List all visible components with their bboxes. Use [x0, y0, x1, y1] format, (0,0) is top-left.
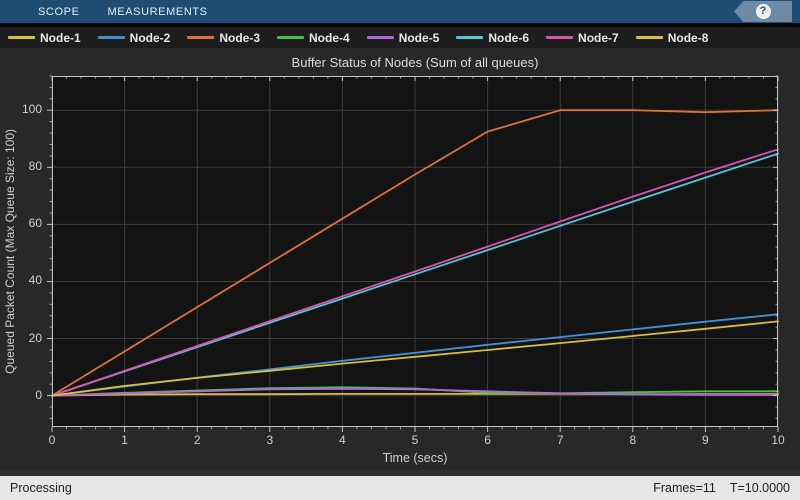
legend-swatch — [8, 36, 35, 39]
legend-item-node-4[interactable]: Node-4 — [277, 31, 350, 45]
legend-swatch — [187, 36, 214, 39]
legend-item-node-6[interactable]: Node-6 — [456, 31, 529, 45]
legend-item-node-8[interactable]: Node-8 — [636, 31, 709, 45]
status-bar: Processing Frames=11 T=10.0000 — [0, 476, 800, 500]
legend-swatch — [546, 36, 573, 39]
legend-swatch — [277, 36, 304, 39]
help-tag[interactable]: ? — [734, 1, 792, 22]
status-processing: Processing — [10, 481, 72, 495]
y-tick-label: 20 — [0, 331, 42, 345]
y-axis-label: Queued Packet Count (Max Queue Size: 100… — [2, 76, 18, 427]
legend-item-node-1[interactable]: Node-1 — [8, 31, 81, 45]
legend-swatch — [98, 36, 125, 39]
legend-label: Node-5 — [399, 31, 440, 45]
legend-item-node-5[interactable]: Node-5 — [367, 31, 440, 45]
legend-swatch — [367, 36, 394, 39]
x-tick-label: 2 — [180, 433, 214, 447]
toolstrip: SCOPE MEASUREMENTS ? — [0, 0, 800, 23]
legend-label: Node-6 — [488, 31, 529, 45]
status-time: T=10.0000 — [730, 481, 790, 495]
help-icon[interactable]: ? — [756, 4, 771, 19]
x-tick-label: 3 — [253, 433, 287, 447]
legend-label: Node-4 — [309, 31, 350, 45]
legend-item-node-7[interactable]: Node-7 — [546, 31, 619, 45]
x-tick-label: 7 — [543, 433, 577, 447]
chart-axes[interactable] — [52, 76, 778, 427]
legend-label: Node-2 — [130, 31, 171, 45]
x-tick-label: 0 — [35, 433, 69, 447]
x-tick-label: 4 — [325, 433, 359, 447]
legend-label: Node-8 — [668, 31, 709, 45]
y-tick-label: 100 — [0, 102, 42, 116]
plot-panel: Buffer Status of Nodes (Sum of all queue… — [0, 48, 800, 470]
tab-measurements[interactable]: MEASUREMENTS — [94, 0, 222, 23]
x-tick-label: 1 — [108, 433, 142, 447]
chart-title: Buffer Status of Nodes (Sum of all queue… — [52, 55, 778, 70]
legend-label: Node-1 — [40, 31, 81, 45]
legend-bar: Node-1 Node-2 Node-3 Node-4 Node-5 Node-6 Node… — [0, 27, 800, 48]
scope-window: SCOPE MEASUREMENTS ? Node-1Node-2Node-3N… — [0, 0, 800, 500]
legend-swatch — [456, 36, 483, 39]
x-tick-label: 10 — [761, 433, 795, 447]
legend-label: Node-3 — [219, 31, 260, 45]
legend-item-node-2[interactable]: Node-2 — [98, 31, 171, 45]
x-tick-label: 8 — [616, 433, 650, 447]
x-tick-label: 9 — [688, 433, 722, 447]
status-frames: Frames=11 — [653, 481, 716, 495]
y-tick-label: 60 — [0, 216, 42, 230]
tab-scope[interactable]: SCOPE — [24, 0, 94, 23]
y-tick-label: 40 — [0, 273, 42, 287]
legend-label: Node-7 — [578, 31, 619, 45]
y-tick-label: 0 — [0, 388, 42, 402]
legend-swatch — [636, 36, 663, 39]
y-tick-label: 80 — [0, 159, 42, 173]
x-axis-label: Time (secs) — [52, 451, 778, 465]
x-tick-label: 5 — [398, 433, 432, 447]
x-tick-label: 6 — [471, 433, 505, 447]
legend-item-node-3[interactable]: Node-3 — [187, 31, 260, 45]
